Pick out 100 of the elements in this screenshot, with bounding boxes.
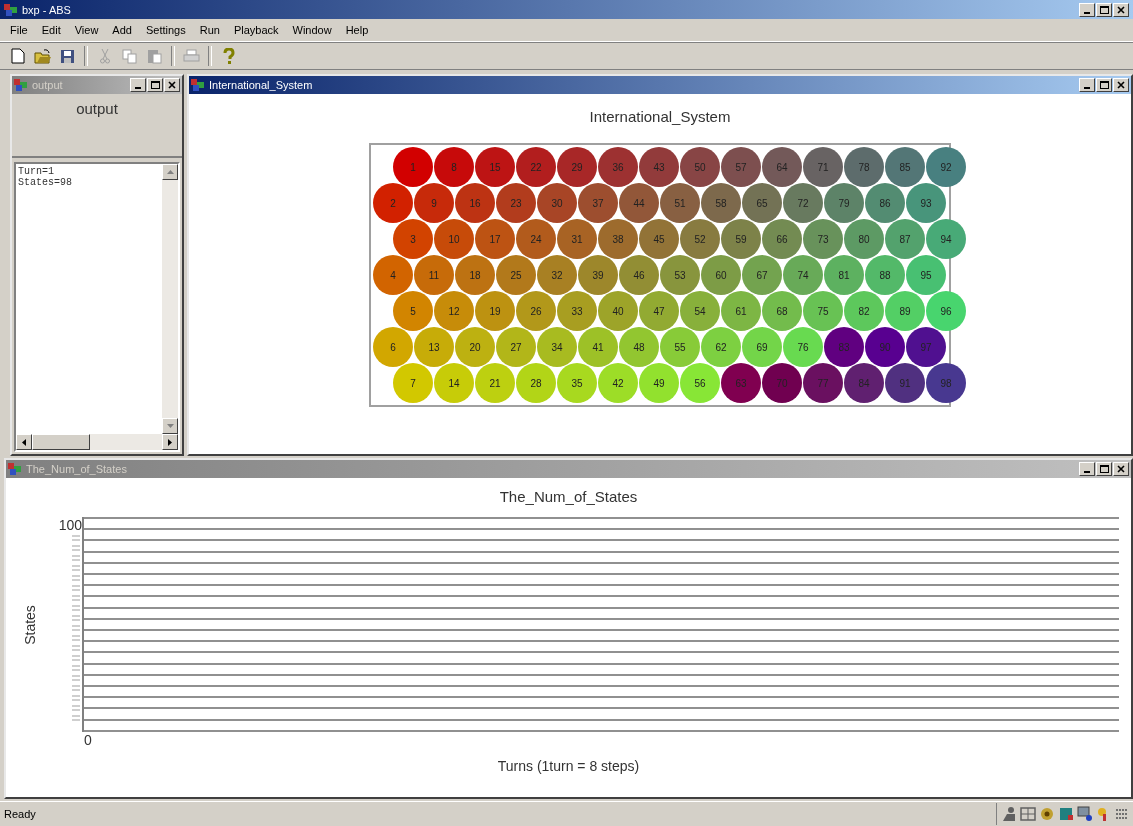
state-circle: 78 — [844, 147, 884, 187]
minimize-button[interactable] — [1079, 462, 1095, 476]
question-mark-icon — [222, 47, 235, 65]
state-circle: 53 — [660, 255, 700, 295]
state-circle: 26 — [516, 291, 556, 331]
state-circle: 17 — [475, 219, 515, 259]
minimize-button[interactable] — [1079, 2, 1095, 17]
state-circle: 56 — [680, 363, 720, 403]
output-line: States=98 — [18, 177, 73, 188]
chart-title: The_Num_of_States — [499, 488, 638, 505]
state-circle: 28 — [516, 363, 556, 403]
menu-item[interactable]: Settings — [139, 22, 192, 38]
state-circle: 67 — [742, 255, 782, 295]
menu-item[interactable]: Add — [106, 22, 138, 38]
state-circle: 85 — [885, 147, 925, 187]
app-title: bxp - ABS — [22, 3, 71, 16]
state-circle: 80 — [844, 219, 884, 259]
state-circle: 46 — [619, 255, 659, 295]
minimize-icon — [1084, 11, 1090, 14]
menu-item[interactable]: Playback — [227, 22, 285, 38]
right-arrow-icon — [168, 438, 172, 446]
app-icon — [14, 79, 28, 91]
state-circle: 59 — [721, 219, 761, 259]
maximize-button[interactable] — [147, 78, 163, 92]
state-circle: 45 — [639, 219, 679, 259]
state-circle: 68 — [762, 291, 802, 331]
horizontal-scrollbar[interactable] — [16, 434, 178, 450]
state-circle: 71 — [803, 147, 843, 187]
state-circle: 79 — [824, 183, 864, 223]
state-circle: 16 — [455, 183, 495, 223]
state-circle: 37 — [578, 183, 618, 223]
state-circle: 81 — [824, 255, 864, 295]
close-icon — [1117, 5, 1125, 14]
maximize-icon — [1099, 5, 1109, 14]
minimize-button[interactable] — [1079, 78, 1095, 92]
maximize-button[interactable] — [1096, 78, 1112, 92]
status-text: Ready — [4, 808, 36, 820]
close-icon — [1117, 465, 1125, 473]
maximize-button[interactable] — [1096, 2, 1112, 17]
state-circle: 15 — [475, 147, 515, 187]
state-circle: 18 — [455, 255, 495, 295]
state-circle: 13 — [414, 327, 454, 367]
app-icon — [8, 463, 22, 475]
output-label: output — [76, 100, 118, 119]
state-circle: 33 — [557, 291, 597, 331]
state-circle: 21 — [475, 363, 515, 403]
state-circle: 57 — [721, 147, 761, 187]
menu-item[interactable]: File — [4, 22, 34, 38]
state-circle: 19 — [475, 291, 515, 331]
maximize-button[interactable] — [1096, 462, 1112, 476]
state-circle: 4 — [373, 255, 413, 295]
state-circle: 36 — [598, 147, 638, 187]
app-icon — [191, 79, 205, 91]
state-circle: 41 — [578, 327, 618, 367]
state-circle: 55 — [660, 327, 700, 367]
close-icon — [168, 81, 176, 89]
state-circle: 73 — [803, 219, 843, 259]
state-circle: 92 — [926, 147, 966, 187]
person-icon[interactable] — [1001, 806, 1017, 822]
keyboard-icon[interactable] — [1115, 806, 1129, 822]
close-button[interactable] — [1113, 78, 1129, 92]
state-circle: 60 — [701, 255, 741, 295]
window-title: International_System — [209, 79, 313, 91]
output-text-area[interactable]: Turn=1 States=98 — [14, 162, 180, 452]
state-circle: 69 — [742, 327, 782, 367]
state-circle: 49 — [639, 363, 679, 403]
minimize-icon — [135, 87, 141, 89]
menu-item[interactable]: View — [68, 22, 105, 38]
output-line: Turn=1 — [18, 166, 55, 177]
state-circle: 47 — [639, 291, 679, 331]
state-circle: 62 — [701, 327, 741, 367]
minimize-button[interactable] — [130, 78, 146, 92]
state-circle: 66 — [762, 219, 802, 259]
printer-icon — [183, 49, 200, 63]
clipboard-icon — [147, 48, 162, 64]
state-circle: 70 — [762, 363, 802, 403]
close-button[interactable] — [1113, 2, 1129, 17]
state-circle: 1 — [393, 147, 433, 187]
state-circle: 34 — [537, 327, 577, 367]
menu-item[interactable]: Window — [286, 22, 338, 38]
state-circle: 23 — [496, 183, 536, 223]
state-circle: 24 — [516, 219, 556, 259]
state-circle: 94 — [926, 219, 966, 259]
vertical-scrollbar[interactable] — [162, 164, 178, 434]
menu-item[interactable]: Run — [193, 22, 226, 38]
state-circle: 38 — [598, 219, 638, 259]
grid-icon[interactable] — [1020, 806, 1036, 822]
state-circle: 88 — [865, 255, 905, 295]
close-button[interactable] — [164, 78, 180, 92]
state-circle: 43 — [639, 147, 679, 187]
close-button[interactable] — [1113, 462, 1129, 476]
state-circle: 72 — [783, 183, 823, 223]
menu-item[interactable]: Edit — [35, 22, 67, 38]
state-circle: 95 — [906, 255, 946, 295]
state-circle: 64 — [762, 147, 802, 187]
state-circle: 9 — [414, 183, 454, 223]
monitor-icon[interactable] — [1077, 806, 1093, 822]
menu-item[interactable]: Help — [339, 22, 375, 38]
minimize-icon — [1084, 87, 1090, 89]
state-circle: 65 — [742, 183, 782, 223]
